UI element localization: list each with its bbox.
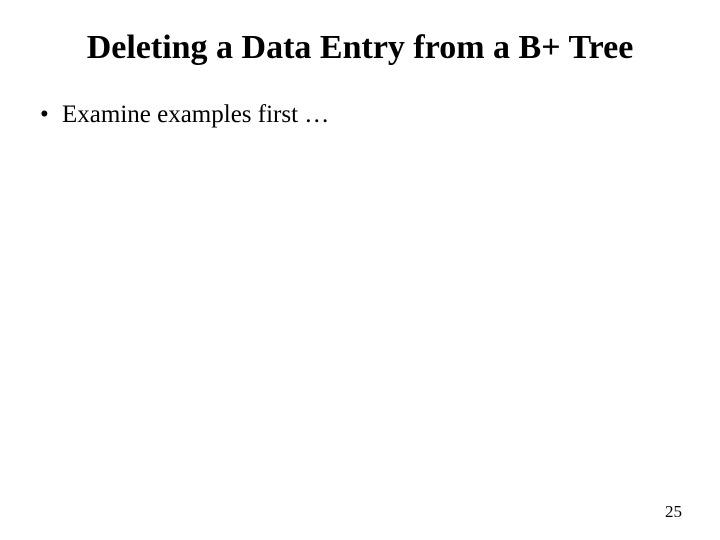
bullet-item: Examine examples first … [40, 99, 690, 132]
page-number: 25 [665, 502, 682, 522]
slide-title: Deleting a Data Entry from a B+ Tree [30, 28, 690, 69]
slide-container: Deleting a Data Entry from a B+ Tree Exa… [0, 0, 720, 540]
bullet-list: Examine examples first … [30, 99, 690, 132]
